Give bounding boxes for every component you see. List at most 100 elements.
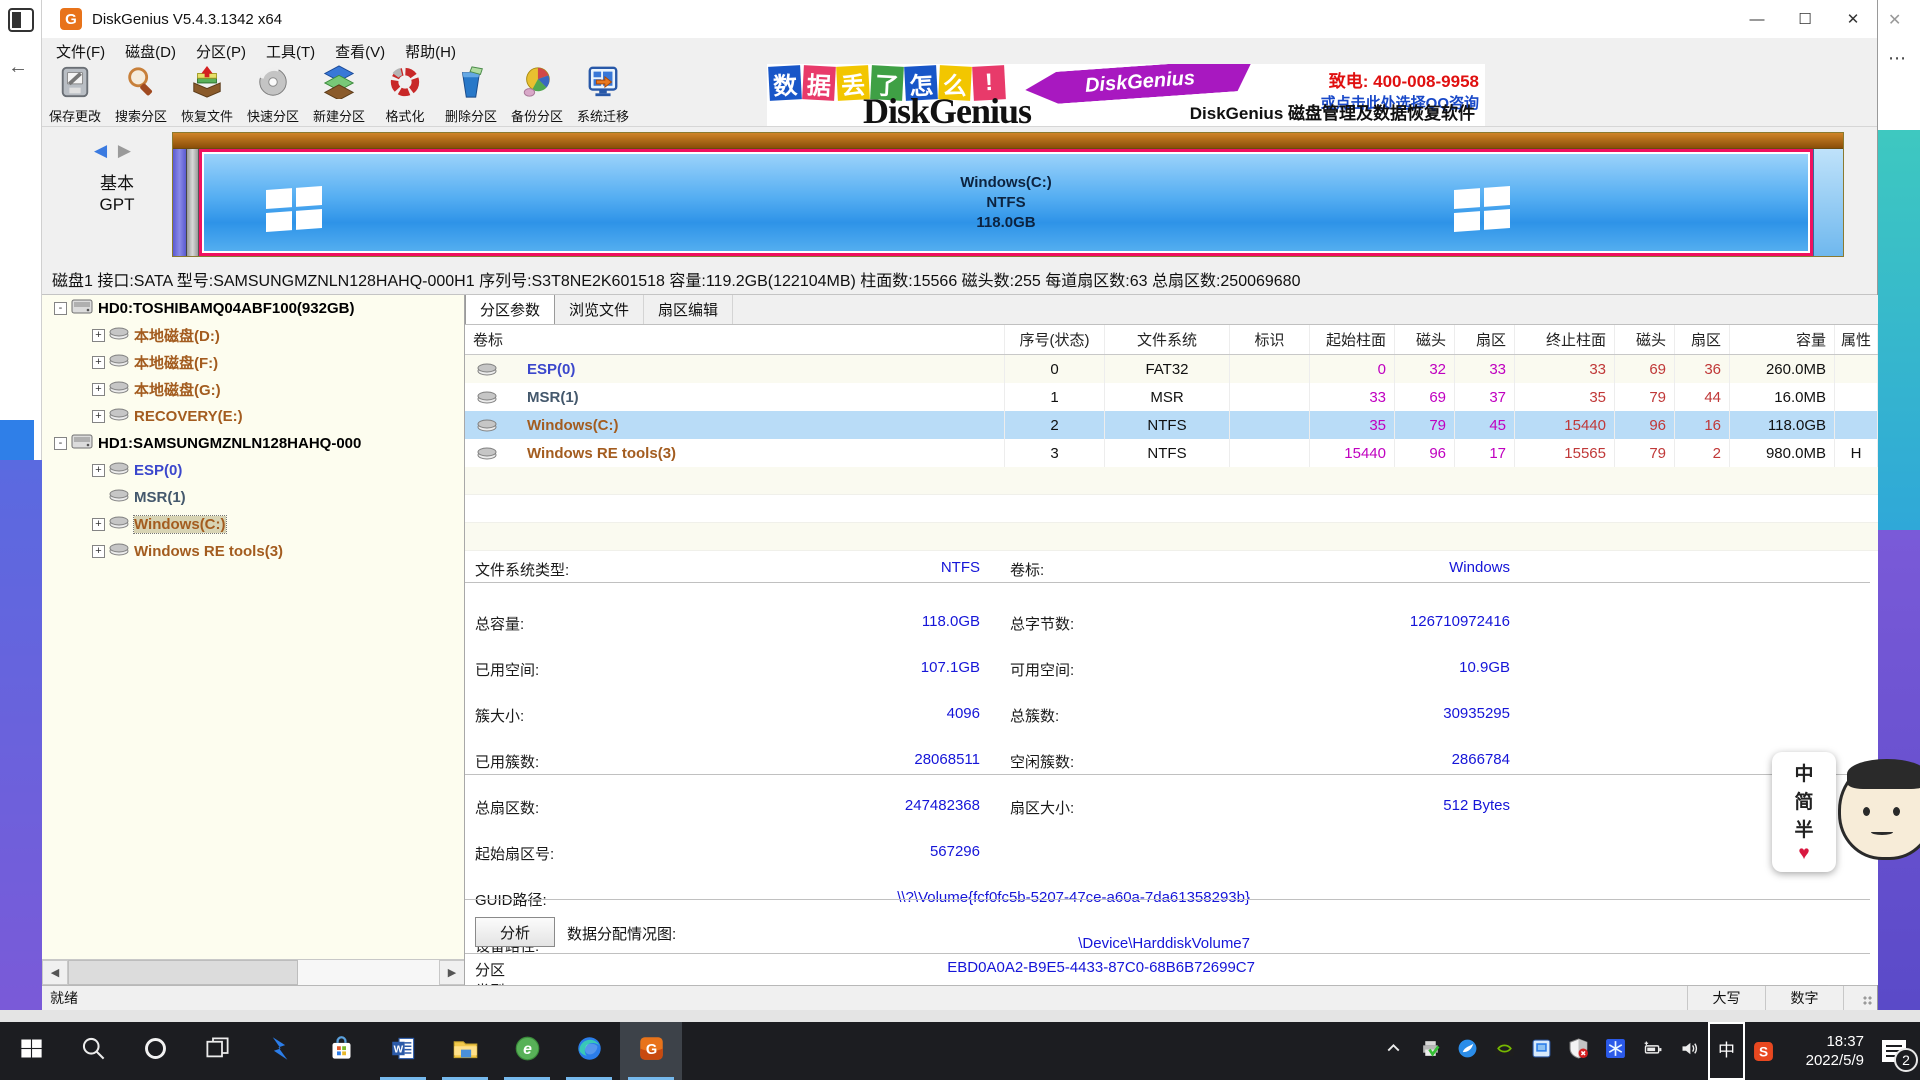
- tree-item-2[interactable]: +本地磁盘(F:): [42, 349, 464, 376]
- sogou-icon[interactable]: S: [1745, 1022, 1782, 1080]
- tray-snowflake-button[interactable]: [1597, 1022, 1634, 1080]
- scroll-right-icon[interactable]: ▶: [439, 960, 465, 985]
- ad-banner[interactable]: 数据丢了怎么! DiskGenius DiskGenius 致电: 400-00…: [767, 64, 1485, 126]
- toolbar-button-format[interactable]: 格式化: [372, 64, 438, 126]
- toolbar-button-delete-partition[interactable]: 删除分区: [438, 64, 504, 126]
- taskbar-search-button[interactable]: [62, 1022, 124, 1080]
- tray-volume-button[interactable]: [1671, 1022, 1708, 1080]
- tree-item-0[interactable]: -HD0:TOSHIBAMQ04ABF100(932GB): [42, 295, 464, 322]
- tree-expander-icon[interactable]: +: [92, 464, 105, 477]
- prev-disk-icon[interactable]: ◀: [94, 141, 107, 160]
- tree-item-9[interactable]: +Windows RE tools(3): [42, 538, 464, 565]
- table-row[interactable]: Windows RE tools(3)3NTFS1544096171556579…: [465, 439, 1878, 467]
- menu-item-0[interactable]: 文件(F): [46, 39, 115, 64]
- tree-expander-icon[interactable]: +: [92, 518, 105, 531]
- table-row[interactable]: Windows(C:)2NTFS357945154409616118.0GB: [465, 411, 1878, 439]
- tree-horizontal-scrollbar[interactable]: ◀ ▶: [42, 959, 465, 985]
- tab-分区参数[interactable]: 分区参数: [465, 295, 555, 324]
- tab-浏览文件[interactable]: 浏览文件: [555, 295, 644, 324]
- taskbar-flash-tool-button[interactable]: [248, 1022, 310, 1080]
- next-disk-icon[interactable]: ▶: [118, 141, 131, 160]
- toolbar-button-recover-files[interactable]: 恢复文件: [174, 64, 240, 126]
- tab-扇区编辑[interactable]: 扇区编辑: [644, 295, 733, 324]
- tree-item-5[interactable]: -HD1:SAMSUNGMZNLN128HAHQ-000: [42, 430, 464, 457]
- tray-defender-button[interactable]: [1560, 1022, 1597, 1080]
- column-header-11[interactable]: 属性: [1835, 325, 1878, 354]
- maximize-button[interactable]: ☐: [1781, 0, 1829, 38]
- column-header-1[interactable]: 序号(状态): [1005, 325, 1105, 354]
- heart-icon[interactable]: ♥: [1798, 843, 1809, 865]
- taskbar-file-explorer-button[interactable]: [434, 1022, 496, 1080]
- tray-intel-button[interactable]: [1523, 1022, 1560, 1080]
- toolbar-button-search-partition[interactable]: 搜索分区: [108, 64, 174, 126]
- toolbar-button-quick-partition[interactable]: 快速分区: [240, 64, 306, 126]
- toolbar-button-new-partition[interactable]: 新建分区: [306, 64, 372, 126]
- tree-item-3[interactable]: +本地磁盘(G:): [42, 376, 464, 403]
- tree-expander-icon[interactable]: +: [92, 329, 105, 342]
- tree-item-4[interactable]: +RECOVERY(E:): [42, 403, 464, 430]
- close-button[interactable]: ✕: [1829, 0, 1877, 38]
- taskbar-start-button[interactable]: [0, 1022, 62, 1080]
- tree-item-7[interactable]: MSR(1): [42, 484, 464, 511]
- taskbar-ie-browser-button[interactable]: e: [496, 1022, 558, 1080]
- column-header-6[interactable]: 扇区: [1455, 325, 1515, 354]
- segment-msr[interactable]: [187, 149, 199, 256]
- widget-toggle-1[interactable]: 简: [1794, 787, 1813, 814]
- tray-chevron-up-button[interactable]: [1375, 1022, 1412, 1080]
- tree-expander-icon[interactable]: -: [54, 302, 67, 315]
- input-method-widget[interactable]: 中简半♥: [1772, 752, 1836, 872]
- minimize-button[interactable]: —: [1733, 0, 1781, 38]
- tree-item-1[interactable]: +本地磁盘(D:): [42, 322, 464, 349]
- column-header-3[interactable]: 标识: [1230, 325, 1310, 354]
- toolbar-button-system-migrate[interactable]: 系统迁移: [570, 64, 636, 126]
- tree-item-6[interactable]: +ESP(0): [42, 457, 464, 484]
- tree-expander-icon[interactable]: +: [92, 383, 105, 396]
- widget-toggle-2[interactable]: 半: [1794, 815, 1813, 842]
- tray-printer-button[interactable]: [1412, 1022, 1449, 1080]
- column-header-7[interactable]: 终止柱面: [1515, 325, 1615, 354]
- menu-item-2[interactable]: 分区(P): [186, 39, 256, 64]
- resize-grip[interactable]: [1843, 986, 1877, 1010]
- table-row[interactable]: ESP(0)0FAT3203233336936260.0MB: [465, 355, 1878, 383]
- tree-expander-icon[interactable]: +: [92, 545, 105, 558]
- taskbar-clock[interactable]: 18:37 2022/5/9: [1782, 1032, 1868, 1070]
- taskbar-cortana-button[interactable]: [124, 1022, 186, 1080]
- action-center-button[interactable]: 2: [1868, 1022, 1920, 1080]
- column-header-5[interactable]: 磁头: [1395, 325, 1455, 354]
- column-header-8[interactable]: 磁头: [1615, 325, 1675, 354]
- table-row[interactable]: MSR(1)1MSR33693735794416.0MB: [465, 383, 1878, 411]
- menu-item-5[interactable]: 帮助(H): [395, 39, 466, 64]
- column-header-10[interactable]: 容量: [1730, 325, 1835, 354]
- disk-overview-strip[interactable]: [173, 133, 1843, 149]
- scrollbar-track[interactable]: [298, 960, 439, 985]
- column-header-2[interactable]: 文件系统: [1105, 325, 1230, 354]
- taskbar-store-button[interactable]: [310, 1022, 372, 1080]
- column-header-4[interactable]: 起始柱面: [1310, 325, 1395, 354]
- widget-toggle-0[interactable]: 中: [1794, 759, 1813, 786]
- tree-expander-icon[interactable]: +: [92, 410, 105, 423]
- input-method-indicator[interactable]: 中: [1708, 1022, 1745, 1080]
- tree-item-8[interactable]: +Windows(C:): [42, 511, 464, 538]
- menu-item-1[interactable]: 磁盘(D): [115, 39, 186, 64]
- taskbar-task-view-button[interactable]: [186, 1022, 248, 1080]
- disk-nav-arrows[interactable]: ◀ ▶: [94, 141, 131, 161]
- tree-expander-icon[interactable]: -: [54, 437, 67, 450]
- tray-nvidia-button[interactable]: [1486, 1022, 1523, 1080]
- toolbar-button-save[interactable]: 保存更改: [42, 64, 108, 126]
- tray-tim-button[interactable]: [1449, 1022, 1486, 1080]
- taskbar-edge-button[interactable]: [558, 1022, 620, 1080]
- segment-windows-re[interactable]: [1813, 149, 1843, 256]
- menu-item-4[interactable]: 查看(V): [325, 39, 395, 64]
- scrollbar-thumb[interactable]: [68, 960, 298, 985]
- scroll-left-icon[interactable]: ◀: [42, 960, 68, 985]
- tree-expander-icon[interactable]: +: [92, 356, 105, 369]
- taskbar-diskgenius-button[interactable]: G: [620, 1022, 682, 1080]
- back-arrow-icon[interactable]: ←: [8, 56, 28, 79]
- analyze-button[interactable]: 分析: [475, 917, 555, 947]
- column-header-0[interactable]: 卷标: [465, 325, 1005, 354]
- segment-windows-c[interactable]: Windows(C:) NTFS 118.0GB: [199, 149, 1813, 256]
- tray-battery-button[interactable]: [1634, 1022, 1671, 1080]
- column-header-9[interactable]: 扇区: [1675, 325, 1730, 354]
- segment-esp[interactable]: [173, 149, 187, 256]
- menu-item-3[interactable]: 工具(T): [256, 39, 325, 64]
